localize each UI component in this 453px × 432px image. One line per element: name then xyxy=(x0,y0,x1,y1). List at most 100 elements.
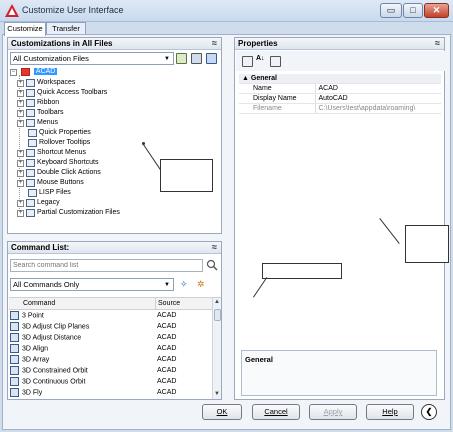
partial-cui-icon xyxy=(26,209,35,217)
apply-button[interactable]: Apply xyxy=(309,404,357,420)
help-button[interactable]: Help xyxy=(366,404,414,420)
customization-files-dropdown[interactable]: All Customization Files ▼ xyxy=(10,52,174,65)
callout-box xyxy=(262,263,342,279)
expand-toggle-icon[interactable]: − xyxy=(10,68,17,76)
property-value[interactable]: AutoCAD xyxy=(314,93,441,104)
tree-node-menus[interactable]: + Menus xyxy=(17,118,58,128)
column-header-command[interactable]: Command xyxy=(23,298,55,310)
command-source: ACAD xyxy=(157,378,177,385)
property-category: ▲ General xyxy=(239,74,441,84)
command-row[interactable]: 3D Array ACAD xyxy=(9,355,176,365)
command-source: ACAD xyxy=(157,323,177,330)
tree-node-label: Rollover Tooltips xyxy=(39,139,91,146)
command-row[interactable]: 3D Constrained Orbit ACAD xyxy=(9,366,176,376)
property-row[interactable]: Filename C:\Users\test\appdata\roaming\ xyxy=(239,103,441,114)
collapse-properties-icon[interactable]: ≈ xyxy=(435,38,440,48)
tree-node-keyboard-shortcuts[interactable]: + Keyboard Shortcuts xyxy=(17,158,98,168)
3d-array-icon xyxy=(10,355,19,364)
customizations-header: Customizations in All Files ≈ xyxy=(8,38,221,50)
command-list-scrollbar[interactable]: ▲ ▼ xyxy=(212,298,221,399)
tree-node-partial-customization-files[interactable]: + Partial Customization Files xyxy=(17,208,120,218)
cancel-button[interactable]: Cancel xyxy=(252,404,300,420)
3d-continuous-orbit-icon xyxy=(10,377,19,386)
expand-toggle-icon[interactable]: + xyxy=(17,79,24,87)
tree-node-lisp-files[interactable]: LISP Files xyxy=(26,188,71,198)
command-list-table: Command Source 3 Point ACAD 3D Adjust Cli… xyxy=(9,297,221,399)
tree-node-workspaces[interactable]: + Workspaces xyxy=(17,78,75,88)
search-command-input[interactable] xyxy=(10,259,203,272)
ok-button[interactable]: OK xyxy=(202,404,242,420)
command-row[interactable]: 3D Fly ACAD xyxy=(9,388,176,398)
toolbar-icon xyxy=(26,109,35,117)
scroll-down-icon[interactable]: ▼ xyxy=(213,390,221,399)
3d-fly-icon xyxy=(10,388,19,397)
tree-node-label: Keyboard Shortcuts xyxy=(37,159,99,166)
expand-toggle-icon[interactable]: + xyxy=(17,209,24,217)
expand-toggle-icon[interactable]: + xyxy=(17,149,24,157)
open-file-icon[interactable] xyxy=(176,53,187,64)
cancel-button-label: Cancel xyxy=(264,407,288,416)
tree-node-acad[interactable]: − ACAD xyxy=(10,67,58,77)
collapse-command-list-icon[interactable]: ≈ xyxy=(212,242,217,252)
command-row[interactable]: 3D Continuous Orbit ACAD xyxy=(9,377,176,387)
tree-node-mouse-buttons[interactable]: + Mouse Buttons xyxy=(17,178,84,188)
chevron-down-icon: ▼ xyxy=(164,56,170,62)
collapse-panes-button[interactable]: ❮ xyxy=(421,404,437,420)
tree-node-label: Ribbon xyxy=(37,99,60,106)
property-grid: ▲ General Name ACAD Display Name AutoCAD… xyxy=(239,74,441,114)
expand-toggle-icon[interactable]: + xyxy=(17,159,24,167)
command-source: ACAD xyxy=(157,312,177,319)
property-pages-icon[interactable] xyxy=(270,56,281,67)
tree-node-shortcut-menus[interactable]: + Shortcut Menus xyxy=(17,148,86,158)
tree-node-quick-properties[interactable]: Quick Properties xyxy=(26,128,91,138)
3-point-icon xyxy=(10,311,19,320)
expand-toggle-icon[interactable]: + xyxy=(17,199,24,207)
close-button[interactable]: ✕ xyxy=(424,3,449,18)
command-row[interactable]: 3D Adjust Distance ACAD xyxy=(9,333,176,343)
tree-node-ribbon[interactable]: + Ribbon xyxy=(17,98,59,108)
rollover-tooltips-icon xyxy=(28,139,37,147)
property-row[interactable]: Name ACAD xyxy=(239,83,441,94)
property-row[interactable]: Display Name AutoCAD xyxy=(239,93,441,104)
tree-node-quick-access-toolbars[interactable]: + Quick Access Toolbars xyxy=(17,88,107,98)
property-value[interactable]: ACAD xyxy=(314,83,441,94)
tree-node-label: Menus xyxy=(37,119,59,126)
scroll-up-icon[interactable]: ▲ xyxy=(213,298,221,307)
expand-toggle-icon[interactable]: + xyxy=(17,179,24,187)
expand-toggle-icon[interactable]: + xyxy=(17,89,24,97)
search-icon[interactable] xyxy=(206,259,218,271)
tree-node-toolbars[interactable]: + Toolbars xyxy=(17,108,63,118)
properties-panel: Properties ≈ A↓ ▲ General Name ACAD Disp… xyxy=(234,37,445,400)
tree-node-rollover-tooltips[interactable]: Rollover Tooltips xyxy=(26,138,90,148)
window-title: Customize User Interface xyxy=(22,5,124,15)
load-partial-icon[interactable] xyxy=(206,53,217,64)
scrollbar-thumb[interactable] xyxy=(214,309,221,321)
find-command-icon[interactable]: ✲ xyxy=(197,279,205,290)
new-command-icon[interactable]: ✧ xyxy=(180,279,188,290)
tree-node-double-click-actions[interactable]: + Double Click Actions xyxy=(17,168,101,178)
property-value: C:\Users\test\appdata\roaming\ xyxy=(314,103,441,114)
command-filter-dropdown[interactable]: All Commands Only ▼ xyxy=(10,278,174,291)
expand-toggle-icon[interactable]: + xyxy=(17,169,24,177)
workspaces-icon xyxy=(26,79,35,87)
3d-adjust-clip-planes-icon xyxy=(10,322,19,331)
tab-customize[interactable]: Customize xyxy=(4,22,46,36)
tree-node-legacy[interactable]: + Legacy xyxy=(17,198,60,208)
expand-toggle-icon[interactable]: + xyxy=(17,99,24,107)
command-row[interactable]: 3 Point ACAD xyxy=(9,311,176,321)
save-icon[interactable] xyxy=(191,53,202,64)
expand-toggle-icon[interactable]: + xyxy=(17,119,24,127)
maximize-button[interactable]: □ xyxy=(403,3,423,18)
categorized-icon[interactable] xyxy=(242,56,253,67)
column-header-source[interactable]: Source xyxy=(155,298,180,310)
customization-files-value: All Customization Files xyxy=(13,54,89,63)
callout-box xyxy=(405,225,449,263)
expand-toggle-icon[interactable]: + xyxy=(17,109,24,117)
alphabetical-sort-icon[interactable]: A↓ xyxy=(256,55,265,62)
command-row[interactable]: 3D Align ACAD xyxy=(9,344,176,354)
minimize-button[interactable]: ▭ xyxy=(380,3,402,18)
ok-button-label: OK xyxy=(216,407,228,416)
collapse-customizations-icon[interactable]: ≈ xyxy=(212,38,217,48)
command-row[interactable]: 3D Adjust Clip Planes ACAD xyxy=(9,322,176,332)
customization-tree: − ACAD + Workspaces + Quick Access Toolbar… xyxy=(10,66,221,232)
